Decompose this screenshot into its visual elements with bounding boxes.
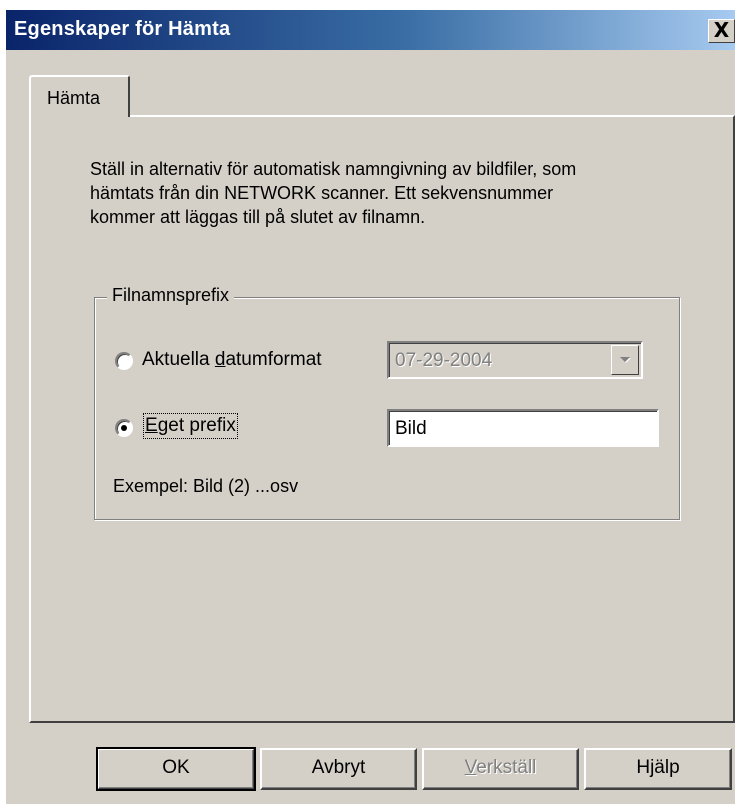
description-line: hämtats från din NETWORK scanner. Ett se… [90,183,554,203]
date-format-label[interactable]: Aktuella datumformat [142,349,322,371]
description-line: Ställ in alternativ för automatisk namng… [90,159,577,179]
apply-button[interactable]: Verkställ [422,748,579,790]
close-button[interactable]: X [708,19,735,43]
description-text: Ställ in alternativ för automatisk namng… [90,157,690,229]
filename-prefix-group: Filnamnsprefix Aktuella datumformat 07-2… [94,285,680,520]
date-format-value: 07-29-2004 [395,350,493,371]
cancel-button[interactable]: Avbryt [260,748,417,790]
tab-panel: Ställ in alternativ för automatisk namng… [29,115,735,723]
dropdown-arrow-button[interactable] [611,345,639,375]
ok-button[interactable]: OK [96,747,256,791]
chevron-down-icon [620,357,631,363]
example-text: Exempel: Bild (2) ...osv [113,476,299,496]
title-bar[interactable]: Egenskaper för Hämta X [6,10,735,50]
group-legend: Filnamnsprefix [107,285,235,306]
properties-dialog: Egenskaper för Hämta X Hämta Ställ in al… [6,10,735,804]
close-icon: X [713,18,730,42]
custom-prefix-input[interactable]: Bild [387,409,659,447]
date-format-select[interactable]: 07-29-2004 [387,341,643,379]
tab-label: Hämta [47,88,101,108]
dialog-title: Egenskaper för Hämta [14,18,231,40]
description-line: kommer att läggas till på slutet av filn… [90,207,426,227]
custom-prefix-label[interactable]: Eget prefix [143,413,238,439]
help-button[interactable]: Hjälp [584,748,732,790]
radio-selected-dot [121,425,127,431]
custom-prefix-radio[interactable] [115,419,133,437]
tab-hamta[interactable]: Hämta [29,75,130,117]
date-format-radio[interactable] [115,352,133,370]
